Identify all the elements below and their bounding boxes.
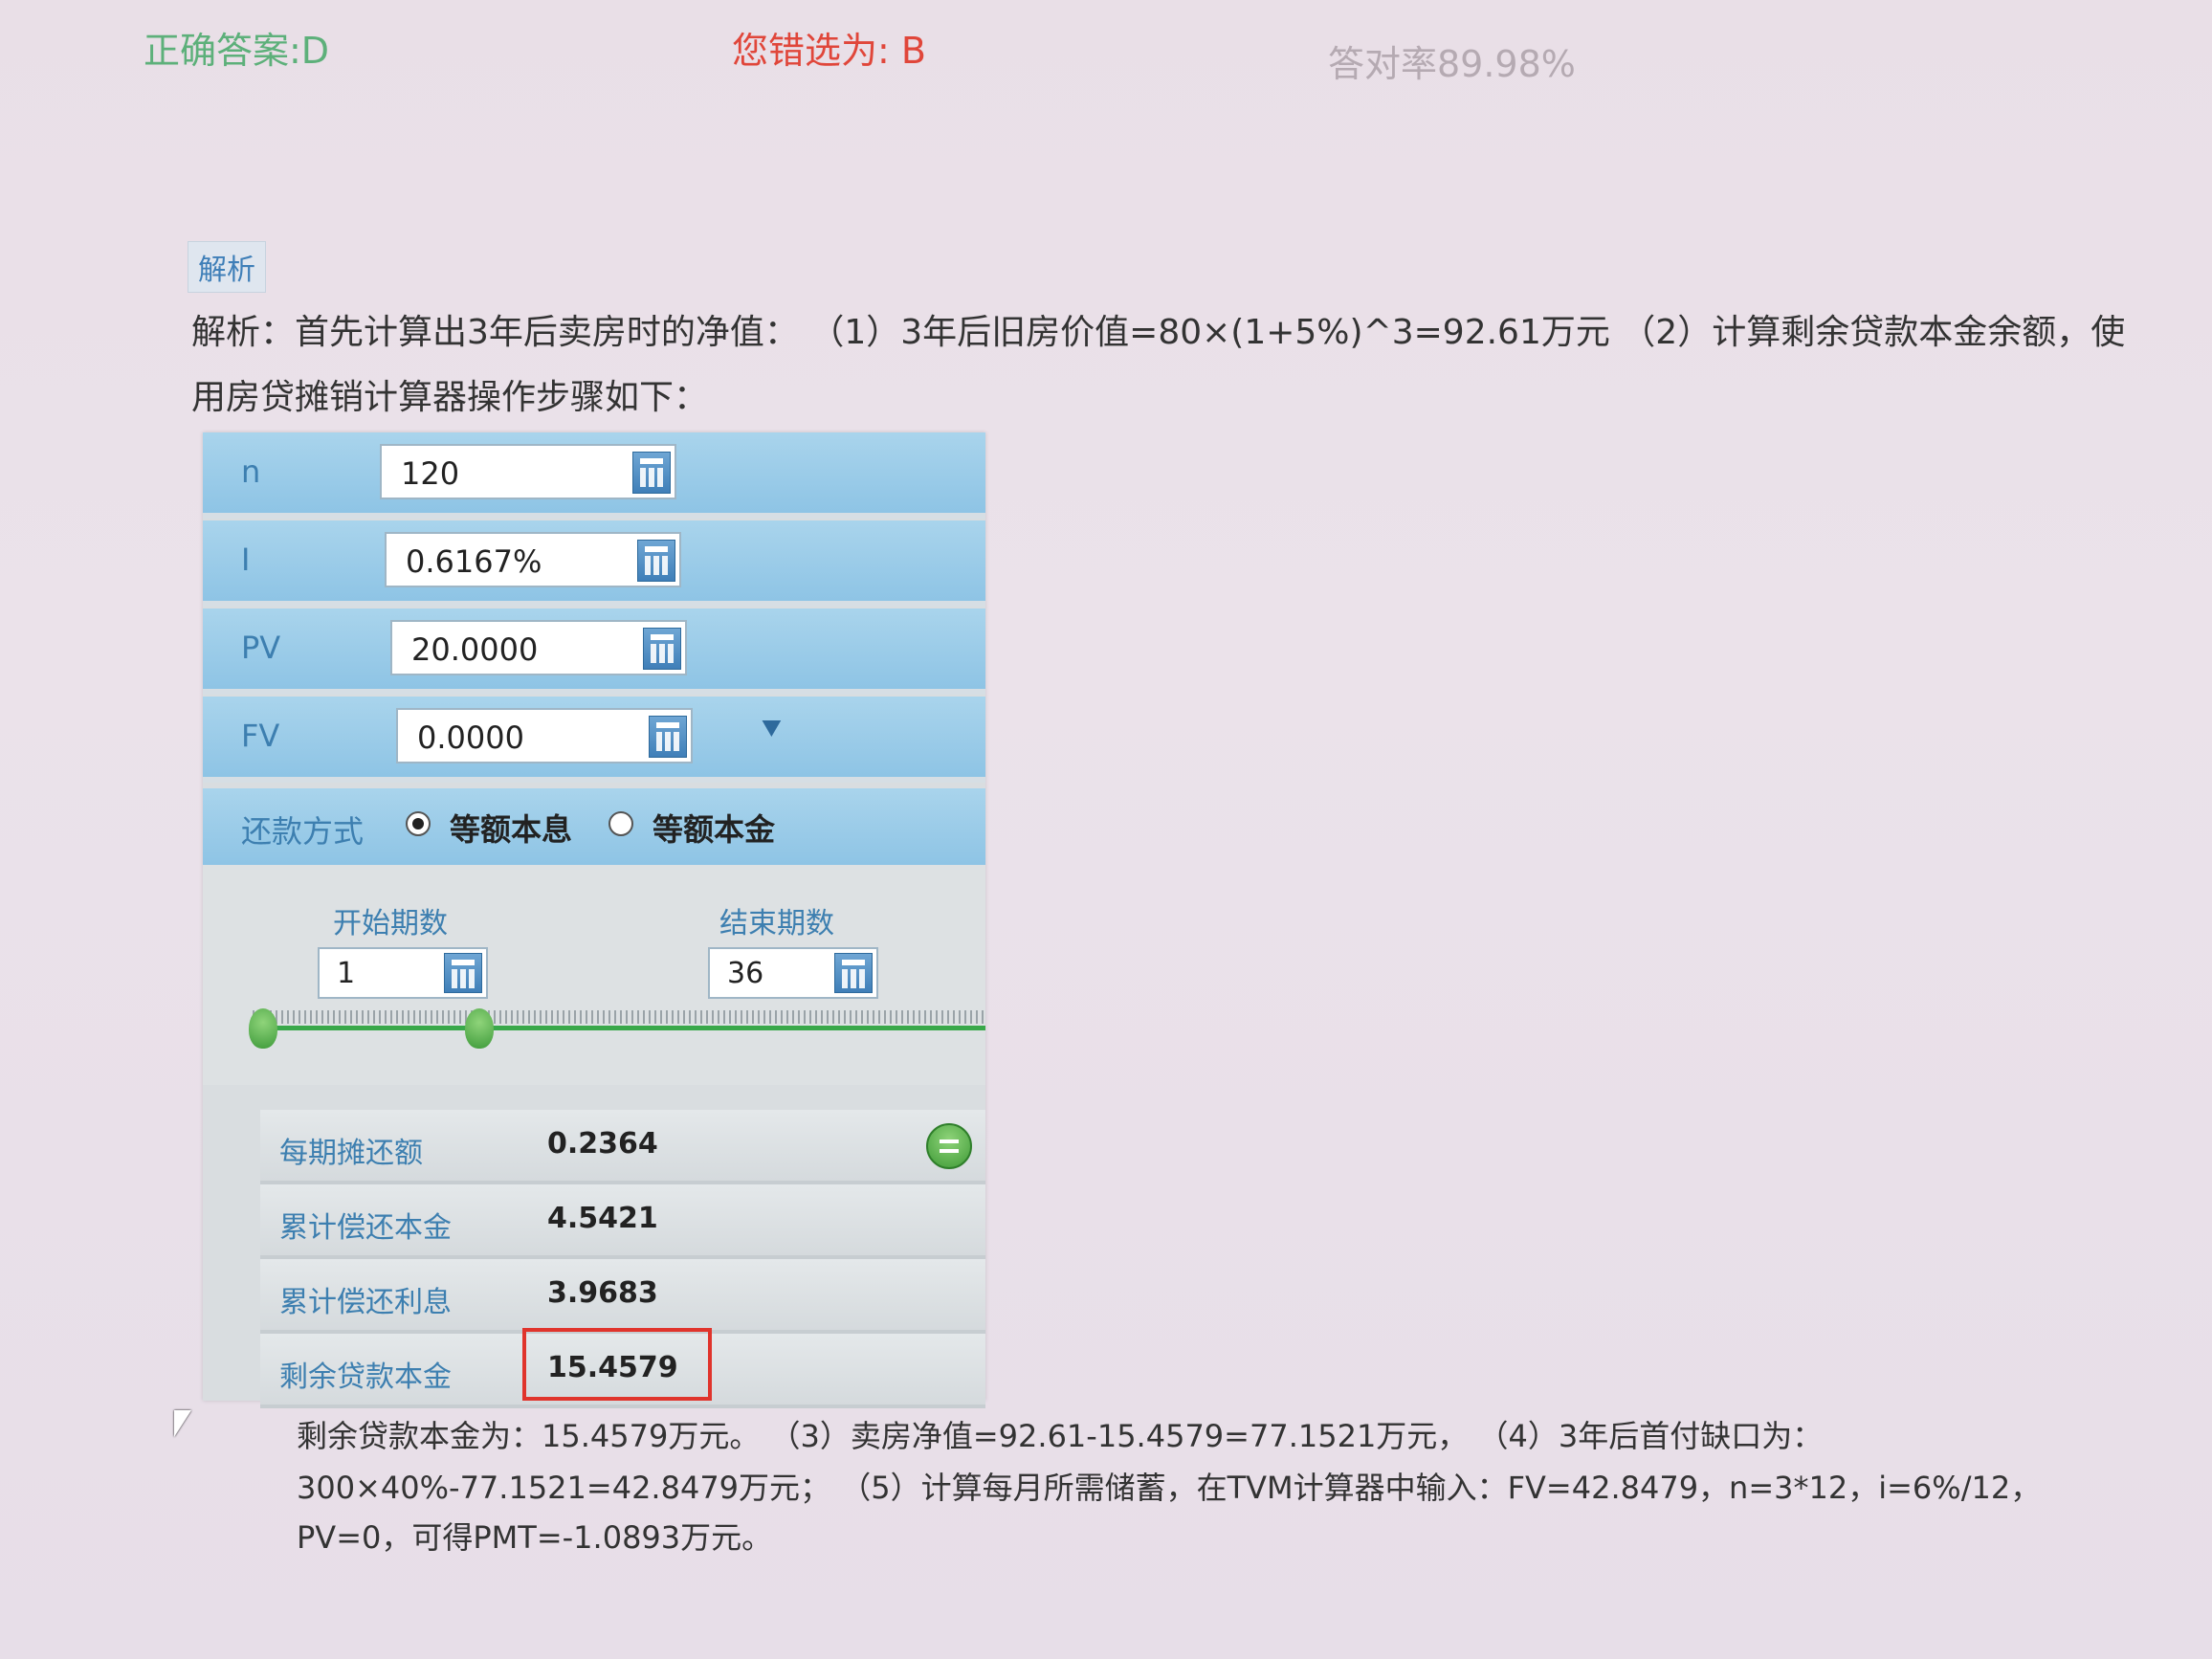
cumulative-interest-label: 累计偿还利息 <box>279 1286 452 1319</box>
correct-answer: 正确答案:D <box>144 30 330 72</box>
radio-label-equal-principal: 等额本金 <box>653 811 776 848</box>
analysis-text-line-2: 用房贷摊销计算器操作步骤如下： <box>191 378 709 417</box>
end-period-input[interactable]: 36 <box>708 947 878 999</box>
radio-label-equal-installment: 等额本息 <box>450 811 573 848</box>
field-label-fv: FV <box>241 718 280 754</box>
pv-input[interactable]: 20.0000 <box>390 620 687 675</box>
payment-per-period-label: 每期摊还额 <box>279 1137 423 1170</box>
calculate-equals-button[interactable] <box>926 1123 972 1169</box>
start-period-value: 1 <box>337 957 356 990</box>
field-row-fv: FV 0.0000 ⯆ <box>203 697 985 783</box>
field-label-pv: PV <box>241 630 281 666</box>
end-period-label: 结束期数 <box>719 907 834 940</box>
cumulative-interest-value: 3.9683 <box>547 1276 658 1310</box>
fv-value: 0.0000 <box>417 719 524 756</box>
result-row-payment: 每期摊还额 0.2364 <box>260 1110 985 1184</box>
period-range-area: 开始期数 1 结束期数 36 <box>174 865 985 1437</box>
remaining-principal-highlight-box <box>522 1328 712 1401</box>
field-label-n: n <box>241 453 261 490</box>
conclusion-line-3: PV=0，可得PMT=-1.0893万元。 <box>297 1519 773 1556</box>
field-row-i: I 0.6167% <box>203 520 985 607</box>
cumulative-principal-value: 4.5421 <box>547 1202 658 1235</box>
mouse-cursor-icon <box>174 1410 191 1437</box>
pv-value: 20.0000 <box>411 631 539 668</box>
end-period-value: 36 <box>727 957 764 990</box>
calculator-icon[interactable] <box>637 540 675 582</box>
calculator-icon[interactable] <box>632 452 671 494</box>
fv-input[interactable]: 0.0000 <box>396 708 693 763</box>
result-row-interest: 累计偿还利息 3.9683 <box>260 1259 985 1334</box>
radio-equal-installment[interactable] <box>406 811 431 836</box>
result-row-principal: 累计偿还本金 4.5421 <box>260 1184 985 1259</box>
start-period-label: 开始期数 <box>333 907 448 940</box>
your-wrong-choice: 您错选为: B <box>732 30 926 72</box>
page: 正确答案:D 您错选为: B 答对率89.98% 解析 解析：首先计算出3年后卖… <box>0 0 2212 1659</box>
calculator-icon[interactable] <box>649 716 687 758</box>
field-row-n: n 120 <box>203 432 985 519</box>
field-label-i: I <box>241 542 251 578</box>
i-value: 0.6167% <box>406 543 542 580</box>
conclusion-line-1: 剩余贷款本金为：15.4579万元。 （3）卖房净值=92.61-15.4579… <box>297 1418 1824 1454</box>
analysis-tag: 解析 <box>188 241 266 293</box>
remaining-principal-label: 剩余贷款本金 <box>279 1360 452 1394</box>
calculator-icon[interactable] <box>834 953 873 993</box>
accuracy-rate: 答对率89.98% <box>1328 43 1576 85</box>
slider-ticks <box>253 1010 985 1024</box>
i-input[interactable]: 0.6167% <box>385 532 681 587</box>
payment-method-row: 还款方式 等额本息 等额本金 <box>203 788 985 865</box>
n-input[interactable]: 120 <box>380 444 676 499</box>
payment-method-label: 还款方式 <box>241 813 365 850</box>
loan-amortization-calculator: n 120 I 0.6167% PV 20.0000 FV 0.0000 ⯆ 还… <box>174 432 985 1437</box>
calculator-icon[interactable] <box>444 953 482 993</box>
cumulative-principal-label: 累计偿还本金 <box>279 1211 452 1245</box>
calculator-icon[interactable] <box>643 628 681 670</box>
radio-equal-principal[interactable] <box>608 811 633 836</box>
n-value: 120 <box>401 455 460 492</box>
start-period-input[interactable]: 1 <box>318 947 488 999</box>
slider-end-handle[interactable] <box>465 1008 494 1049</box>
conclusion-line-2: 300×40%-77.1521=42.8479万元； （5）计算每月所需储蓄，在… <box>297 1470 2042 1506</box>
field-row-pv: PV 20.0000 <box>203 608 985 695</box>
slider-start-handle[interactable] <box>249 1008 277 1049</box>
analysis-text-line-1: 解析：首先计算出3年后卖房时的净值： （1）3年后旧房价值=80×(1+5%)^… <box>191 313 2126 352</box>
period-slider-track[interactable] <box>253 1026 985 1030</box>
payment-per-period-value: 0.2364 <box>547 1127 658 1161</box>
double-chevron-down-icon[interactable]: ⯆ <box>758 714 785 748</box>
